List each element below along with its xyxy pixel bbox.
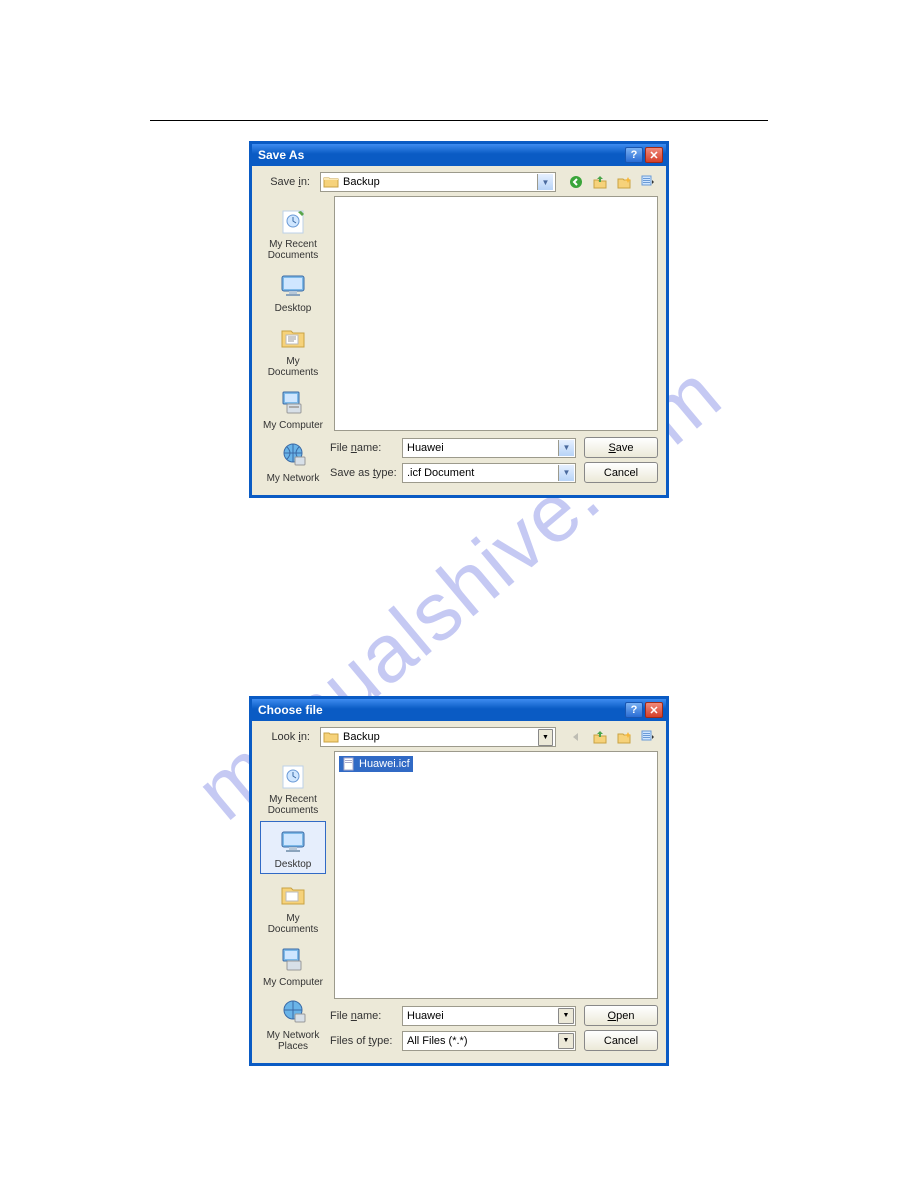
up-icon[interactable] [590, 173, 610, 192]
up-icon[interactable] [590, 728, 610, 747]
file-list-area[interactable] [334, 196, 658, 431]
sidebar-label: My Recent Documents [260, 239, 326, 261]
folder-icon [323, 730, 339, 744]
close-button[interactable]: ✕ [645, 147, 663, 163]
file-item-label: Huawei.icf [359, 758, 410, 770]
view-menu-icon[interactable] [638, 173, 658, 192]
location-label: Save in: [260, 176, 316, 188]
cancel-button[interactable]: Cancel [584, 462, 658, 483]
file-list-area[interactable]: Huawei.icf [334, 751, 658, 999]
filestype-dropdown[interactable]: All Files (*.*)▼ [402, 1031, 576, 1051]
savetype-dropdown[interactable]: .icf Document▼ [402, 463, 576, 483]
filename-input[interactable]: Huawei▼ [402, 1006, 576, 1026]
sidebar-network[interactable]: My Network [260, 436, 326, 487]
sidebar-label: Desktop [275, 859, 312, 870]
places-sidebar: My Recent Documents Desktop My Documents… [260, 751, 326, 1055]
close-button[interactable]: ✕ [645, 702, 663, 718]
save-button[interactable]: Save [584, 437, 658, 458]
chevron-down-icon: ▼ [558, 1008, 574, 1024]
titlebar: Save As ? ✕ [252, 144, 666, 166]
sidebar-label: My Recent Documents [260, 794, 326, 816]
location-dropdown[interactable]: Backup ▼ [320, 727, 556, 747]
sidebar-network[interactable]: My Network Places [260, 993, 326, 1055]
filestype-label: Files of type: [330, 1035, 402, 1047]
sidebar-desktop[interactable]: Desktop [260, 266, 326, 317]
sidebar-documents[interactable]: My Documents [260, 876, 326, 938]
savetype-label: Save as type: [330, 467, 402, 479]
sidebar-documents[interactable]: My Documents [260, 319, 326, 381]
file-item-selected[interactable]: Huawei.icf [339, 756, 413, 772]
filename-label: File name: [330, 442, 402, 454]
cancel-button[interactable]: Cancel [584, 1030, 658, 1051]
location-value: Backup [343, 731, 538, 743]
sidebar-label: My Computer [263, 420, 323, 431]
chevron-down-icon: ▼ [537, 174, 553, 190]
back-icon[interactable] [566, 173, 586, 192]
chevron-down-icon: ▼ [558, 1033, 574, 1049]
location-value: Backup [343, 176, 537, 188]
filename-label: File name: [330, 1010, 402, 1022]
location-row: Look in: Backup ▼ [252, 721, 666, 751]
dialog-title: Save As [258, 148, 304, 162]
sidebar-label: My Documents [260, 356, 326, 378]
sidebar-label: My Computer [263, 977, 323, 988]
location-dropdown[interactable]: Backup ▼ [320, 172, 556, 192]
sidebar-label: Desktop [275, 303, 312, 314]
titlebar: Choose file ? ✕ [252, 699, 666, 721]
open-button[interactable]: Open [584, 1005, 658, 1026]
sidebar-label: My Documents [260, 913, 326, 935]
places-sidebar: My Recent Documents Desktop My Documents… [260, 196, 326, 487]
sidebar-computer[interactable]: My Computer [260, 383, 326, 434]
sidebar-label: My Network Places [260, 1030, 326, 1052]
choose-file-dialog: Choose file ? ✕ Look in: Backup ▼ My Rec… [249, 696, 669, 1066]
dialog-title: Choose file [258, 703, 323, 717]
sidebar-recent[interactable]: My Recent Documents [260, 202, 326, 264]
view-menu-icon[interactable] [638, 728, 658, 747]
toolbar-icons [566, 173, 658, 192]
chevron-down-icon: ▼ [558, 465, 574, 481]
help-button[interactable]: ? [625, 702, 643, 718]
chevron-down-icon: ▼ [558, 440, 574, 456]
back-icon[interactable] [566, 728, 586, 747]
location-label: Look in: [260, 731, 316, 743]
save-as-dialog: Save As ? ✕ Save in: Backup ▼ My Recent … [249, 141, 669, 498]
sidebar-computer[interactable]: My Computer [260, 940, 326, 991]
horizontal-rule [150, 120, 768, 121]
file-icon [342, 757, 356, 771]
folder-icon [323, 175, 339, 189]
chevron-down-icon: ▼ [538, 729, 553, 746]
help-button[interactable]: ? [625, 147, 643, 163]
new-folder-icon[interactable] [614, 728, 634, 747]
new-folder-icon[interactable] [614, 173, 634, 192]
sidebar-recent[interactable]: My Recent Documents [260, 757, 326, 819]
sidebar-desktop[interactable]: Desktop [260, 821, 326, 874]
location-row: Save in: Backup ▼ [252, 166, 666, 196]
sidebar-label: My Network [267, 473, 320, 484]
toolbar-icons [566, 728, 658, 747]
filename-input[interactable]: Huawei▼ [402, 438, 576, 458]
